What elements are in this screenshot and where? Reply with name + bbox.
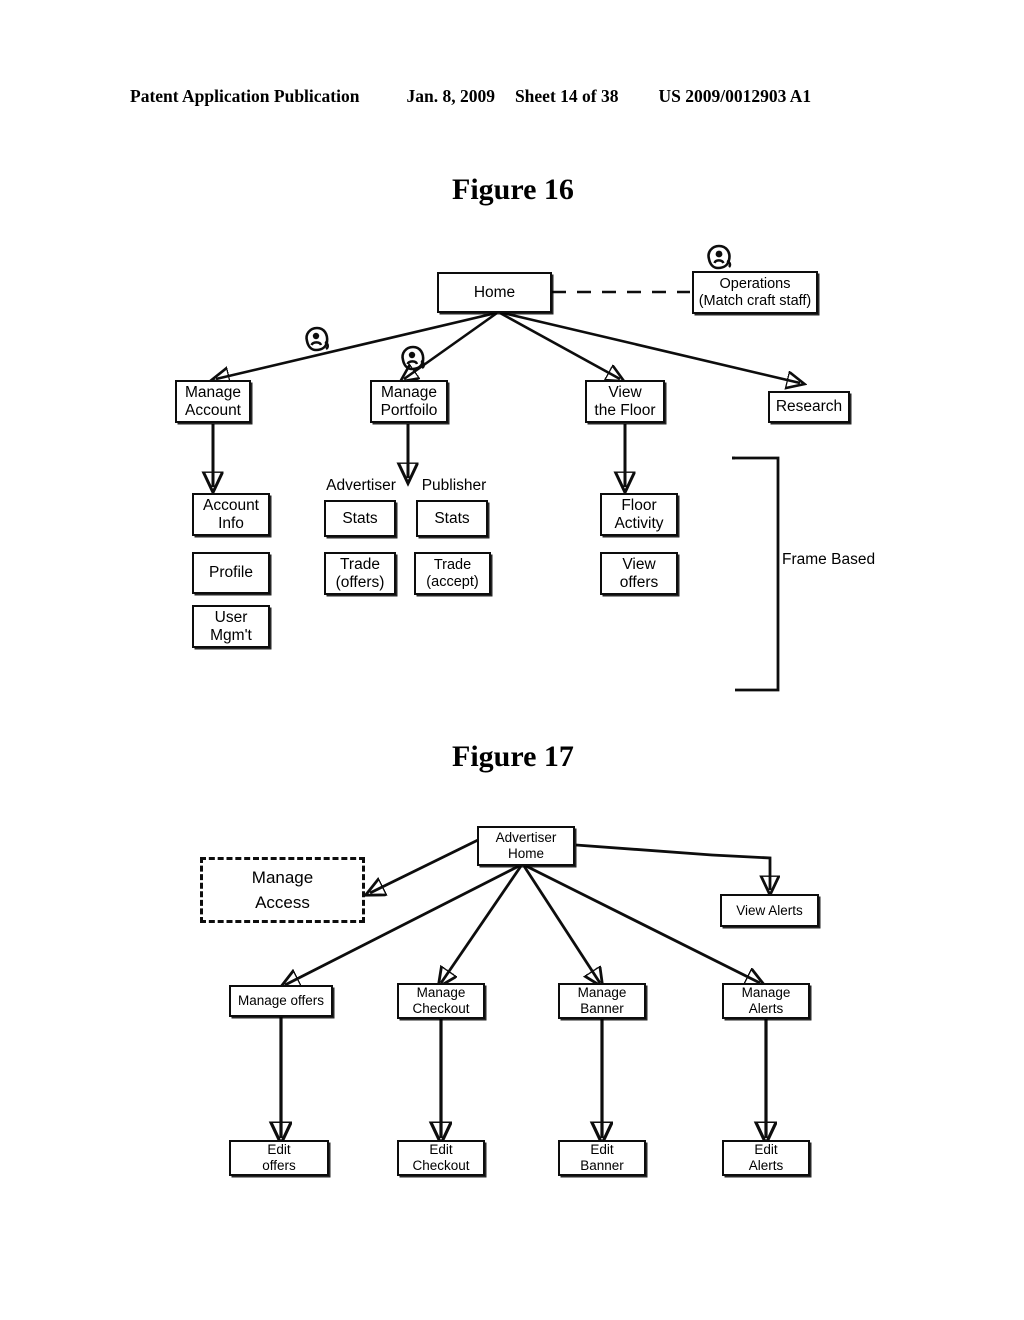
fig16-node-view-the-floor-label-2: the Floor bbox=[594, 401, 656, 419]
fig17-node-manage-access[interactable]: Manage Access bbox=[200, 857, 365, 923]
fig16-label-frame-based-1: Frame bbox=[782, 551, 827, 568]
fig16-node-floor-activity-label-2: Activity bbox=[614, 514, 664, 532]
fig16-node-publisher-stats-label: Stats bbox=[434, 509, 470, 527]
fig17-node-manage-access-label-2: Access bbox=[255, 893, 310, 912]
fig16-node-home[interactable]: Home bbox=[437, 272, 552, 313]
fig17-node-manage-alerts-label-2: Alerts bbox=[748, 1001, 784, 1016]
fig16-node-advertiser-stats-label: Stats bbox=[342, 509, 378, 527]
fig17-node-manage-checkout-label-1: Manage bbox=[416, 985, 466, 1001]
fig16-node-research-label: Research bbox=[775, 398, 843, 416]
fig17-node-edit-checkout-label-2: Checkout bbox=[412, 1158, 470, 1173]
fig16-node-profile[interactable]: Profile bbox=[192, 552, 270, 594]
fig17-node-view-alerts-label: View Alerts bbox=[736, 902, 803, 918]
fig17-node-edit-offers-label-1: Edit bbox=[267, 1142, 291, 1158]
fig16-node-manage-account-label-2: Account bbox=[184, 401, 241, 419]
fig16-node-trade-accept-label-1: Trade bbox=[433, 556, 472, 573]
fig16-node-home-label: Home bbox=[473, 283, 516, 301]
fig16-node-account-info[interactable]: Account Info bbox=[192, 493, 270, 536]
fig17-node-edit-alerts-label-1: Edit bbox=[754, 1142, 778, 1158]
figure-17-connectors: Manage Access (left arrow) --> View Aler… bbox=[0, 838, 1024, 1320]
fig16-label-advertiser: Advertiser bbox=[326, 477, 396, 494]
fig17-node-manage-banner-label-2: Banner bbox=[580, 1001, 624, 1016]
fig16-node-publisher-stats[interactable]: Stats bbox=[416, 500, 488, 537]
fig17-node-manage-access-label-1: Manage bbox=[251, 867, 314, 887]
fig16-node-operations[interactable]: Operations (Match craft staff) bbox=[692, 271, 818, 314]
fig16-node-manage-portfolio-label-2: Portfoilo bbox=[380, 401, 438, 419]
fig16-node-operations-label-1: Operations bbox=[719, 275, 791, 292]
fig16-node-user-mgmt-label-2: Mgm't bbox=[210, 626, 252, 644]
fig16-node-manage-account[interactable]: Manage Account bbox=[175, 380, 251, 423]
fig16-node-user-mgmt-label-1: User bbox=[214, 608, 248, 626]
fig17-node-edit-alerts[interactable]: Edit Alerts bbox=[722, 1140, 810, 1176]
fig17-node-manage-banner[interactable]: Manage Banner bbox=[558, 983, 646, 1019]
actor-icon-operations bbox=[707, 244, 732, 270]
fig17-node-advertiser-home-label-2: Home bbox=[507, 846, 544, 861]
fig16-node-manage-account-label-1: Manage bbox=[184, 383, 241, 401]
fig16-node-trade-accept[interactable]: Trade (accept) bbox=[414, 552, 491, 595]
fig16-node-trade-offers-label-2: (offers) bbox=[335, 573, 385, 591]
fig16-node-research[interactable]: Research bbox=[768, 391, 850, 423]
actor-icon-manage-portfolio bbox=[401, 345, 425, 371]
fig16-node-account-info-label-2: Info bbox=[218, 514, 244, 532]
fig17-node-edit-offers[interactable]: Edit offers bbox=[229, 1140, 329, 1176]
fig17-node-edit-checkout[interactable]: Edit Checkout bbox=[397, 1140, 485, 1176]
fig17-node-view-alerts[interactable]: View Alerts bbox=[720, 894, 819, 927]
fig16-node-view-the-floor-label-1: View bbox=[608, 383, 642, 401]
fig16-node-view-offers-label-2: offers bbox=[619, 573, 659, 591]
fig17-node-manage-banner-label-1: Manage bbox=[577, 985, 627, 1001]
fig17-node-edit-banner[interactable]: Edit Banner bbox=[558, 1140, 646, 1176]
fig16-node-floor-activity-label-1: Floor bbox=[621, 496, 657, 514]
fig17-node-advertiser-home[interactable]: Advertiser Home bbox=[477, 826, 575, 866]
fig16-label-frame-based: Frame Based bbox=[782, 550, 876, 569]
fig16-node-manage-portfolio-label-1: Manage bbox=[380, 383, 437, 401]
fig17-node-manage-alerts[interactable]: Manage Alerts bbox=[722, 983, 810, 1019]
fig16-node-operations-label-2: (Match craft staff) bbox=[698, 292, 812, 309]
fig17-node-edit-checkout-label-1: Edit bbox=[429, 1142, 453, 1158]
fig17-node-manage-offers[interactable]: Manage offers bbox=[229, 985, 333, 1017]
actor-icon-manage-account bbox=[305, 326, 329, 352]
fig17-node-manage-checkout-label-2: Checkout bbox=[412, 1001, 470, 1016]
patent-page: Patent Application Publication Jan. 8, 2… bbox=[0, 0, 1024, 1320]
fig16-node-user-mgmt[interactable]: User Mgm't bbox=[192, 605, 270, 648]
fig17-node-manage-alerts-label-1: Manage bbox=[741, 985, 791, 1001]
fig16-node-account-info-label-1: Account bbox=[202, 496, 259, 514]
fig16-node-profile-label: Profile bbox=[209, 564, 253, 582]
fig17-node-advertiser-home-label-1: Advertiser bbox=[495, 830, 557, 846]
fig16-node-view-the-floor[interactable]: View the Floor bbox=[585, 380, 665, 423]
fig16-node-advertiser-stats[interactable]: Stats bbox=[324, 500, 396, 537]
fig16-node-view-offers-label-1: View bbox=[622, 555, 656, 573]
fig16-label-frame-based-2: Based bbox=[831, 551, 876, 568]
fig16-label-publisher: Publisher bbox=[421, 477, 487, 494]
fig16-node-trade-offers-label-1: Trade bbox=[340, 555, 380, 573]
fig17-node-edit-banner-label-2: Banner bbox=[580, 1158, 624, 1173]
fig17-node-edit-alerts-label-2: Alerts bbox=[748, 1158, 784, 1173]
fig17-node-manage-offers-label: Manage offers bbox=[237, 993, 325, 1009]
fig16-node-manage-portfolio[interactable]: Manage Portfoilo bbox=[370, 380, 448, 423]
fig17-node-edit-banner-label-1: Edit bbox=[590, 1142, 614, 1158]
fig16-node-view-offers[interactable]: View offers bbox=[600, 552, 678, 595]
fig16-node-trade-accept-label-2: (accept) bbox=[426, 573, 479, 590]
fig16-node-floor-activity[interactable]: Floor Activity bbox=[600, 493, 678, 536]
fig17-node-manage-checkout[interactable]: Manage Checkout bbox=[397, 983, 485, 1019]
fig17-node-edit-offers-label-2: offers bbox=[262, 1158, 296, 1173]
fig16-node-trade-offers[interactable]: Trade (offers) bbox=[324, 552, 396, 595]
